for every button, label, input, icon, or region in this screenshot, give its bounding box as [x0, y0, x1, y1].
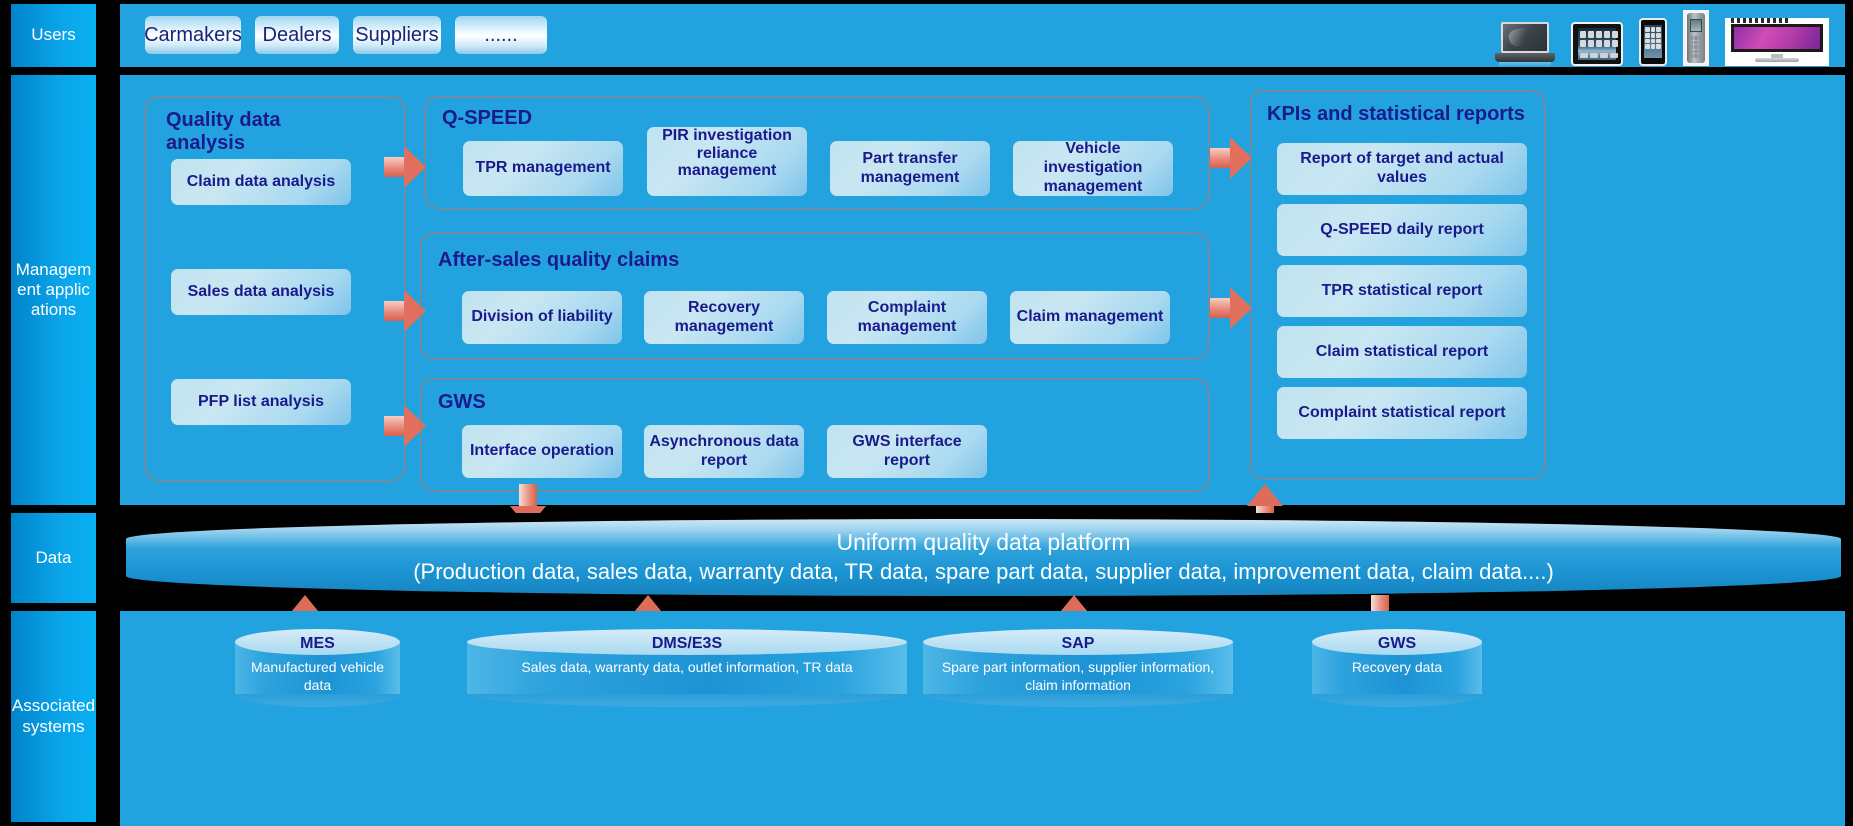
module-part-transfer-management[interactable]: Part transfer management: [830, 141, 990, 196]
user-tab-suppliers[interactable]: Suppliers: [353, 16, 441, 54]
sidebar-label-associated-systems: Associated systems: [11, 696, 96, 736]
report-complaint-statistical[interactable]: Complaint statistical report: [1277, 387, 1527, 439]
system-desc-gws: Recovery data: [1351, 659, 1443, 675]
module-pir-investigation-reliance-management[interactable]: PIR investigation reliance management: [647, 127, 807, 196]
user-tab-label: Suppliers: [355, 23, 439, 46]
module-vehicle-investigation-management[interactable]: Vehicle investigation management: [1013, 140, 1173, 196]
management-applications-panel: Quality data analysis Claim data analysi…: [120, 75, 1845, 505]
module-asynchronous-data-report[interactable]: Asynchronous data report: [644, 425, 804, 478]
sidebar-label-management-applications: Management applications: [15, 259, 92, 320]
system-name-sap: SAP: [1061, 635, 1095, 652]
user-tab-label: Carmakers: [144, 23, 242, 46]
group-quality-data-analysis: Quality data analysis Claim data analysi…: [145, 96, 405, 481]
sidebar-item-associated-systems[interactable]: Associated systems: [11, 611, 96, 822]
group-q-speed: Q-SPEED TPR management PIR investigation…: [425, 96, 1209, 209]
group-title-after-sales-quality-claims: After-sales quality claims: [438, 249, 680, 271]
system-cylinder-gws[interactable]: GWS Recovery data: [1312, 629, 1482, 707]
associated-systems-panel: MES Manufactured vehicle data DMS/E3S Sa…: [120, 611, 1845, 826]
module-claim-management[interactable]: Claim management: [1010, 291, 1170, 344]
report-q-speed-daily[interactable]: Q-SPEED daily report: [1277, 204, 1527, 256]
module-recovery-management[interactable]: Recovery management: [644, 291, 804, 344]
user-tab-label: Dealers: [262, 23, 332, 46]
flow-arrow-qspeed-to-kpis: [1210, 137, 1252, 179]
system-desc-mes: Manufactured vehicle data: [250, 659, 385, 693]
tablet-device-icon: [1571, 22, 1623, 66]
system-cylinder-mes[interactable]: MES Manufactured vehicle data: [235, 629, 400, 707]
system-name-dms-e3s: DMS/E3S: [651, 635, 723, 652]
module-complaint-management[interactable]: Complaint management: [827, 291, 987, 344]
system-name-gws: GWS: [1377, 635, 1417, 652]
module-sales-data-analysis[interactable]: Sales data analysis: [171, 269, 351, 315]
group-gws: GWS Interface operation Asynchronous dat…: [420, 378, 1209, 492]
user-tab-label: ......: [484, 23, 518, 46]
platform-title: Uniform quality data platform: [836, 529, 1131, 556]
group-kpis-and-statistical-reports: KPIs and statistical reports Report of t…: [1250, 90, 1545, 480]
sidebar-item-data[interactable]: Data: [11, 513, 96, 603]
flow-arrow-aftersales-to-kpis: [1210, 287, 1252, 329]
platform-subtitle: (Production data, sales data, warranty d…: [413, 559, 1554, 585]
user-tab-more[interactable]: ......: [455, 16, 547, 54]
system-desc-dms-e3s: Sales data, warranty data, outlet inform…: [521, 659, 853, 675]
sidebar-label-data: Data: [35, 547, 72, 567]
smartphone-device-icon: [1639, 18, 1667, 66]
system-cylinder-dms-e3s[interactable]: DMS/E3S Sales data, warranty data, outle…: [467, 629, 907, 707]
group-title-gws: GWS: [438, 391, 486, 413]
group-title-kpis-and-statistical-reports: KPIs and statistical reports: [1267, 103, 1525, 125]
group-after-sales-quality-claims: After-sales quality claims Division of l…: [420, 233, 1209, 359]
sidebar-label-users: Users: [31, 25, 76, 45]
module-pfp-list-analysis[interactable]: PFP list analysis: [171, 379, 351, 425]
user-tabs: Carmakers Dealers Suppliers ......: [144, 16, 547, 54]
system-name-mes: MES: [300, 635, 335, 652]
laptop-device-icon: [1495, 20, 1555, 67]
sidebar-item-management-applications[interactable]: Management applications: [11, 75, 96, 505]
report-tpr-statistical[interactable]: TPR statistical report: [1277, 265, 1527, 317]
handheld-scanner-device-icon: [1683, 10, 1709, 66]
users-panel: Carmakers Dealers Suppliers ......: [120, 4, 1845, 67]
module-tpr-management[interactable]: TPR management: [463, 141, 623, 196]
group-title-quality-data-analysis: Quality data analysis: [166, 109, 281, 154]
user-tab-dealers[interactable]: Dealers: [255, 16, 339, 54]
sidebar-item-users[interactable]: Users: [11, 4, 96, 67]
architecture-diagram: Users Management applications Data Assoc…: [0, 0, 1853, 826]
user-tab-carmakers[interactable]: Carmakers: [144, 16, 242, 54]
module-claim-data-analysis[interactable]: Claim data analysis: [171, 159, 351, 205]
device-icon-strip: [1495, 8, 1829, 67]
widescreen-monitor-device-icon: [1725, 18, 1829, 66]
uniform-quality-data-platform: Uniform quality data platform (Productio…: [126, 519, 1841, 596]
report-claim-statistical[interactable]: Claim statistical report: [1277, 326, 1527, 378]
module-division-of-liability[interactable]: Division of liability: [462, 291, 622, 344]
system-desc-sap: Spare part information, supplier informa…: [941, 659, 1215, 693]
group-title-q-speed: Q-SPEED: [442, 107, 533, 129]
module-interface-operation[interactable]: Interface operation: [462, 425, 622, 478]
report-target-and-actual-values[interactable]: Report of target and actual values: [1277, 143, 1527, 195]
system-cylinder-sap[interactable]: SAP Spare part information, supplier inf…: [923, 629, 1233, 707]
flow-arrow-analysis-to-qspeed: [384, 146, 426, 188]
module-gws-interface-report[interactable]: GWS interface report: [827, 425, 987, 478]
